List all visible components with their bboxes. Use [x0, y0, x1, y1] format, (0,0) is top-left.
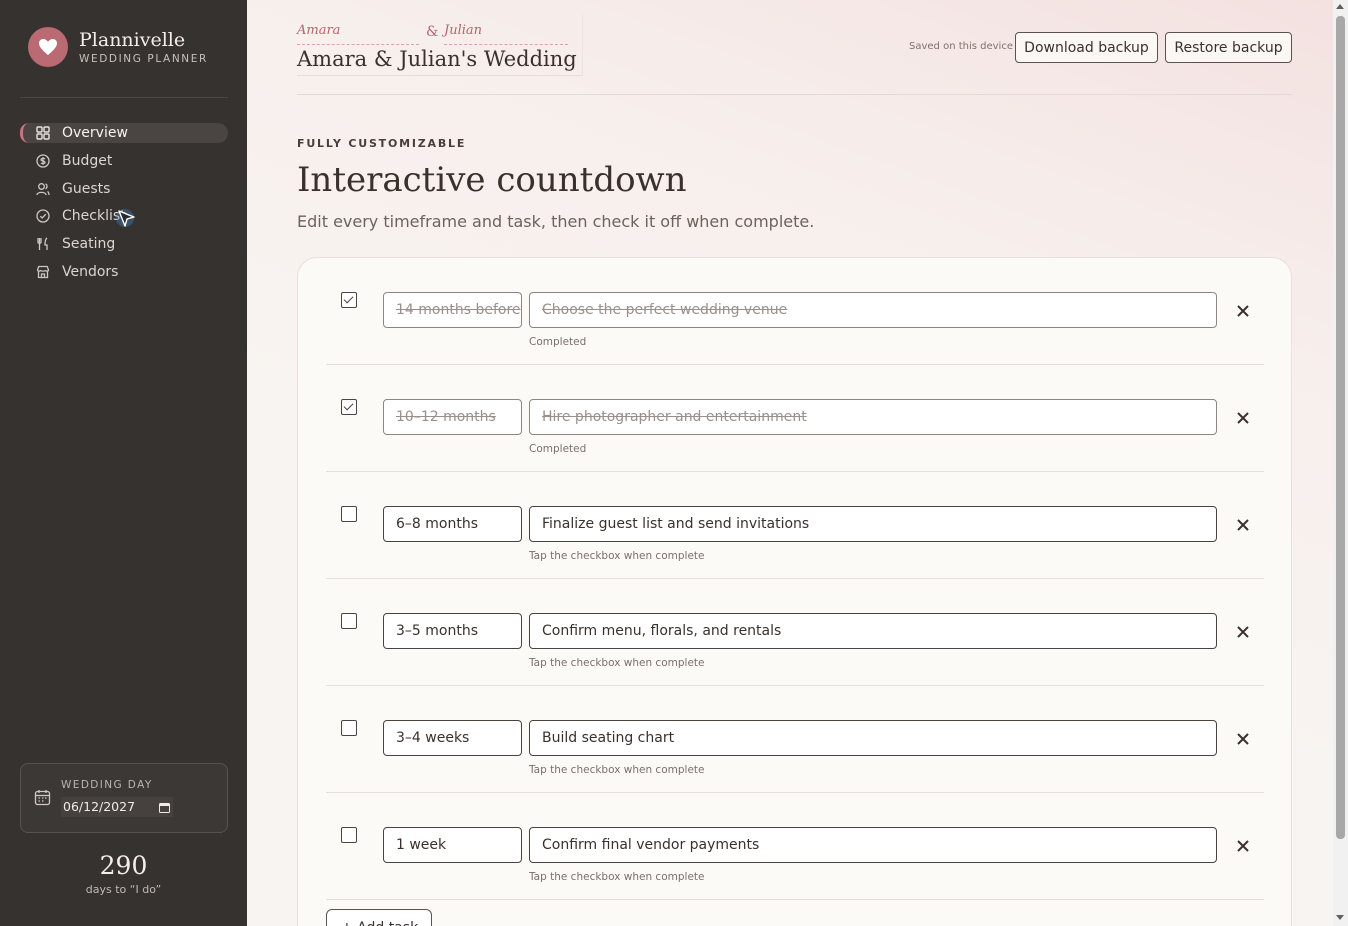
sidebar-item-budget[interactable]: Budget [20, 151, 228, 171]
task-input[interactable]: Finalize guest list and send invitations [529, 506, 1217, 542]
task-status-note: Completed [529, 443, 587, 455]
sidebar: Plannivelle WEDDING PLANNER Overview Bud… [0, 0, 247, 926]
task-checkbox[interactable] [341, 292, 357, 308]
wedding-date-input[interactable]: 06/12/2027 [61, 797, 173, 817]
days-remaining-label: days to “I do” [85, 883, 162, 896]
sidebar-item-label: Overview [62, 125, 128, 141]
task-status-note: Tap the checkbox when complete [529, 550, 705, 562]
task-input[interactable]: Confirm final vendor payments [529, 827, 1217, 863]
download-backup-button[interactable]: Download backup [1015, 32, 1158, 63]
mouse-cursor-icon [116, 208, 138, 230]
timeframe-input[interactable]: 10–12 months [383, 399, 522, 435]
scroll-up-icon[interactable] [1336, 4, 1344, 9]
brand[interactable]: Plannivelle WEDDING PLANNER [28, 27, 208, 67]
task-checkbox[interactable] [341, 720, 357, 736]
delete-task-icon[interactable] [1237, 730, 1251, 745]
task-status-note: Tap the checkbox when complete [529, 657, 705, 669]
sidebar-item-seating[interactable]: Seating [20, 234, 228, 254]
date-picker-icon[interactable] [159, 801, 170, 816]
task-row: 10–12 months Hire photographer and enter… [326, 365, 1264, 472]
task-checkbox[interactable] [341, 613, 357, 629]
heart-icon [28, 27, 68, 67]
sidebar-divider [20, 97, 228, 98]
delete-task-icon[interactable] [1237, 302, 1251, 317]
delete-task-icon[interactable] [1237, 516, 1251, 531]
scrollbar-thumb[interactable] [1336, 16, 1345, 839]
store-icon [35, 264, 50, 279]
sidebar-item-label: Budget [62, 152, 113, 169]
task-checkbox[interactable] [341, 827, 357, 843]
main-content: Amara & Julian Amara & Julian's Wedding … [247, 0, 1333, 926]
brand-subtitle: WEDDING PLANNER [79, 53, 208, 65]
days-remaining-count: 290 [99, 851, 148, 880]
task-status-note: Tap the checkbox when complete [529, 871, 705, 883]
restore-backup-button[interactable]: Restore backup [1165, 32, 1292, 63]
delete-task-icon[interactable] [1237, 837, 1251, 852]
wedding-day-label: WEDDING DAY [61, 779, 153, 791]
calendar-icon [34, 789, 51, 810]
ampersand: & [426, 24, 439, 40]
task-checkbox[interactable] [341, 399, 357, 415]
sidebar-nav: Overview Budget Guests Checklist Seating [20, 123, 228, 290]
check-circle-icon [35, 209, 50, 224]
partner-a-input[interactable]: Amara [297, 23, 419, 45]
grid-icon [35, 126, 50, 141]
section-title: Interactive countdown [297, 160, 687, 200]
sidebar-item-overview[interactable]: Overview [20, 123, 228, 143]
delete-task-icon[interactable] [1237, 409, 1251, 424]
add-task-button[interactable]: + Add task [326, 909, 432, 926]
timeframe-input[interactable]: 1 week [383, 827, 522, 863]
task-input[interactable]: Choose the perfect wedding venue [529, 292, 1217, 328]
task-list-card: 14 months before Choose the perfect wedd… [297, 257, 1292, 926]
brand-name: Plannivelle [79, 29, 186, 51]
task-row: 14 months before Choose the perfect wedd… [326, 258, 1264, 365]
task-input[interactable]: Confirm menu, florals, and rentals [529, 613, 1217, 649]
couple-names-header: Amara & Julian Amara & Julian's Wedding [297, 15, 583, 76]
task-status-note: Completed [529, 336, 587, 348]
users-icon [35, 181, 50, 196]
partner-b-input[interactable]: Julian [444, 23, 568, 45]
timeframe-input[interactable]: 14 months before [383, 292, 522, 328]
sidebar-item-guests[interactable]: Guests [20, 179, 228, 199]
page-title: Amara & Julian's Wedding [297, 47, 577, 71]
task-input[interactable]: Build seating chart [529, 720, 1217, 756]
task-checkbox[interactable] [341, 506, 357, 522]
task-status-note: Tap the checkbox when complete [529, 764, 705, 776]
section-description: Edit every timeframe and task, then chec… [297, 212, 815, 231]
wedding-date-value: 06/12/2027 [63, 799, 136, 814]
timeframe-input[interactable]: 3–5 months [383, 613, 522, 649]
sidebar-item-label: Vendors [62, 263, 119, 280]
dollar-icon [35, 153, 50, 168]
utensils-icon [35, 237, 50, 252]
section-eyebrow: FULLY CUSTOMIZABLE [297, 137, 467, 150]
save-status: Saved on this device [909, 41, 1013, 52]
header-divider [297, 94, 1292, 95]
task-row: 6–8 months Finalize guest list and send … [326, 472, 1264, 579]
page-scrollbar[interactable] [1333, 0, 1348, 926]
delete-task-icon[interactable] [1237, 623, 1251, 638]
scroll-down-icon[interactable] [1336, 915, 1344, 920]
task-row: 3–4 weeks Build seating chart Tap the ch… [326, 686, 1264, 793]
task-input[interactable]: Hire photographer and entertainment [529, 399, 1217, 435]
sidebar-item-label: Seating [62, 236, 116, 253]
wedding-day-card: WEDDING DAY 06/12/2027 [20, 763, 228, 833]
timeframe-input[interactable]: 6–8 months [383, 506, 522, 542]
task-row: 1 week Confirm final vendor payments Tap… [326, 793, 1264, 900]
sidebar-item-label: Guests [62, 180, 111, 197]
task-row: 3–5 months Confirm menu, florals, and re… [326, 579, 1264, 686]
sidebar-item-vendors[interactable]: Vendors [20, 262, 228, 282]
timeframe-input[interactable]: 3–4 weeks [383, 720, 522, 756]
